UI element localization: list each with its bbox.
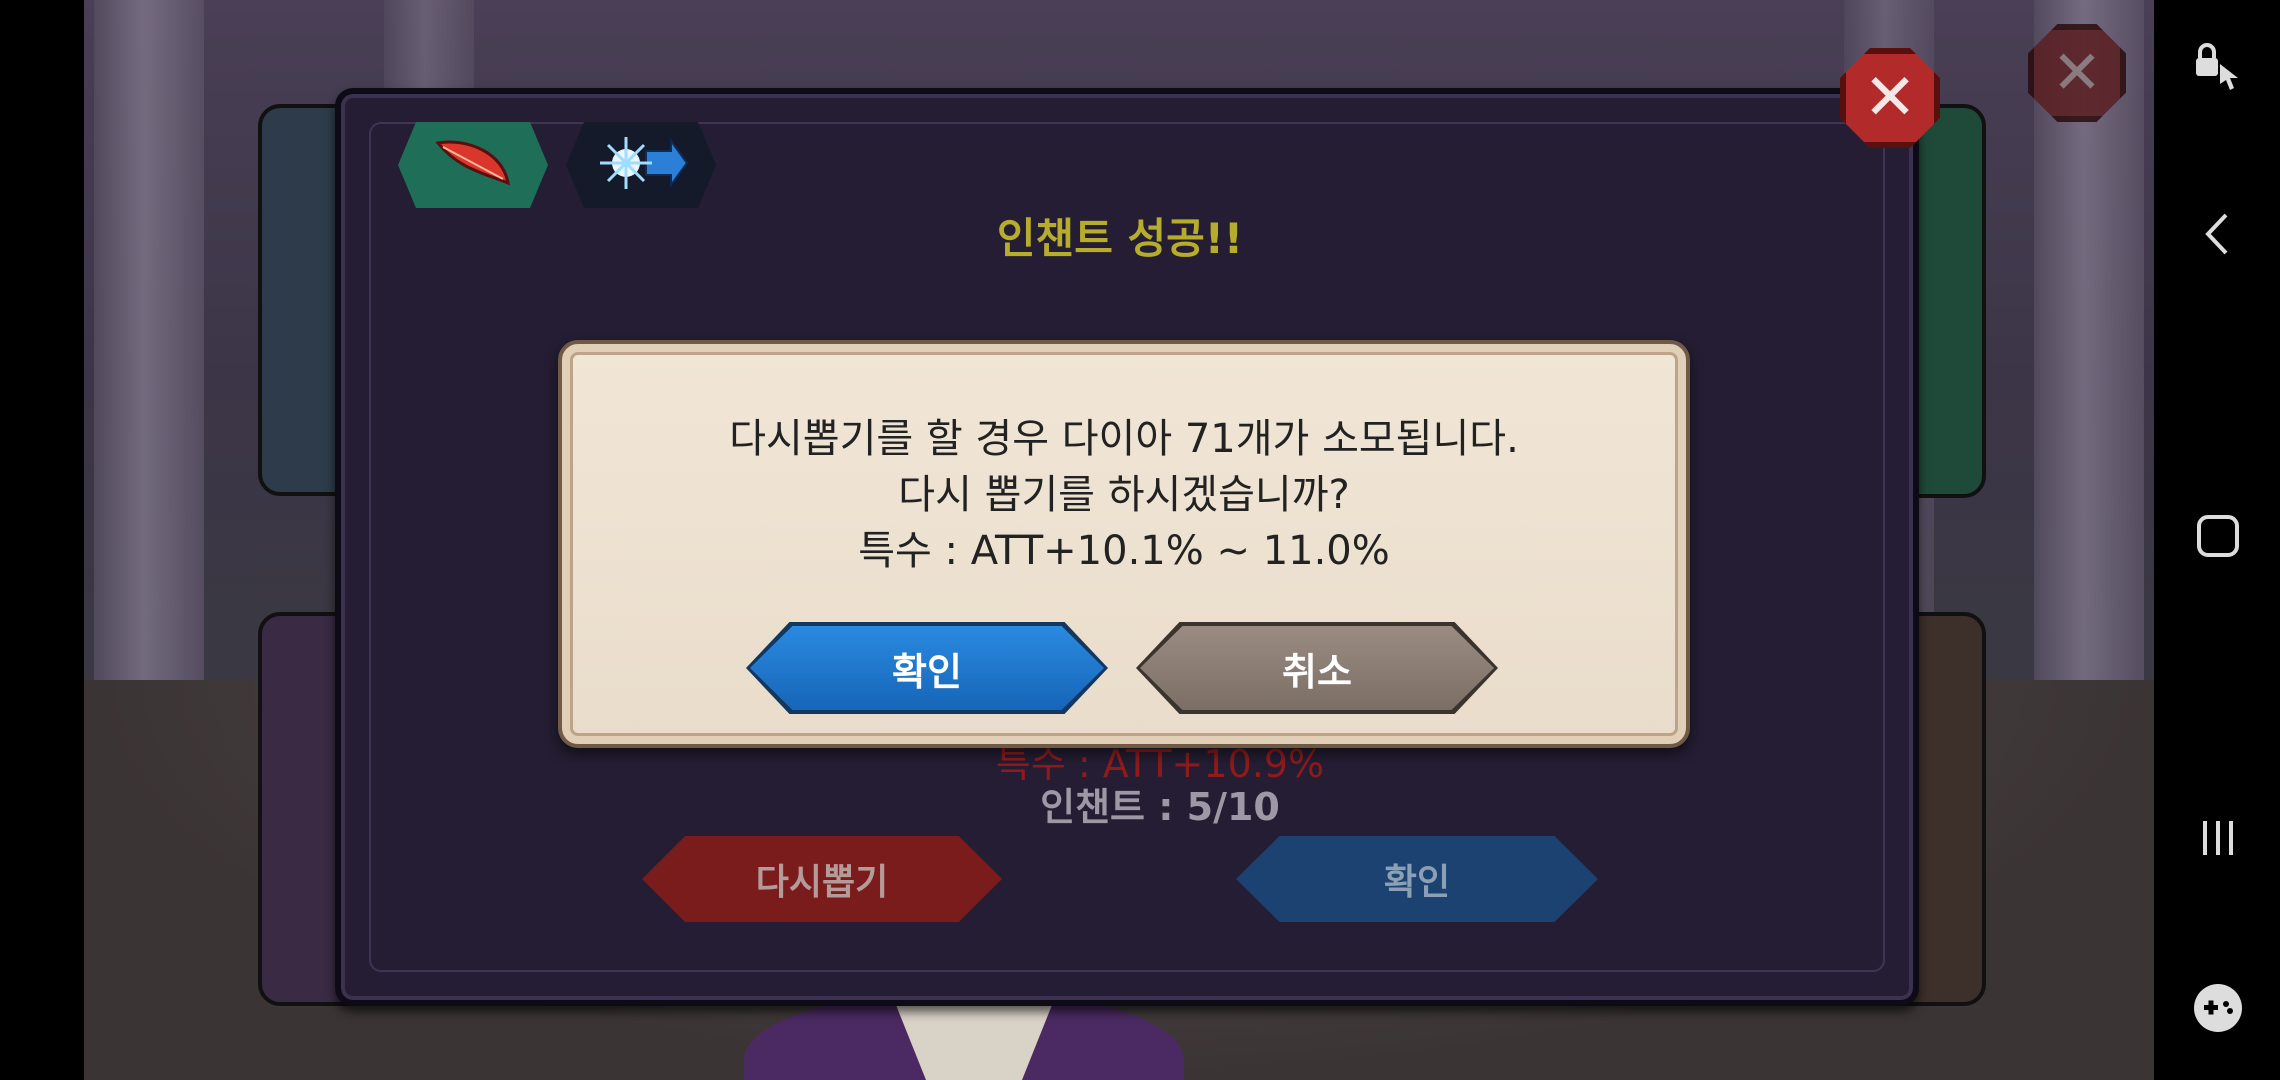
game-tools-icon [2190,980,2246,1040]
dialog-confirm-label: 확인 [892,649,962,694]
recents-icon [2193,813,2243,867]
confirm-button-underlying[interactable]: 확인 [1236,836,1598,922]
reroll-confirm-dialog: 다시뽑기를 할 경우 다이아 71개가 소모됩니다. 다시 뽑기를 하시겠습니까… [558,340,1690,748]
lock-touch-icon [2190,40,2246,100]
reroll-button[interactable]: 다시뽑기 [642,836,1002,922]
back-icon [2198,209,2238,263]
confirm-label: 확인 [1383,862,1451,903]
recents-button[interactable] [2186,808,2250,872]
tab-feather[interactable] [398,122,548,208]
feather-icon [428,133,518,197]
game-tools-button[interactable] [2186,978,2250,1042]
dialog-confirm-button[interactable]: 확인 [746,622,1108,714]
back-button[interactable] [2186,204,2250,268]
dialog-cancel-button[interactable]: 취소 [1136,622,1498,714]
reroll-label: 다시뽑기 [755,862,889,903]
close-icon: ✕ [2051,38,2103,108]
dialog-message-line1: 다시뽑기를 할 경우 다이아 71개가 소모됩니다. [729,416,1519,462]
dialog-message-line3: 특수 : ATT+10.1% ~ 11.0% [858,528,1390,574]
enchant-level-text: 인챈트 : 5/10 [1040,785,1280,829]
dialog-message-line2: 다시 뽑기를 하시겠습니까? [898,472,1350,518]
close-icon: ✕ [1863,61,1917,135]
dialog-cancel-label: 취소 [1282,649,1352,694]
home-icon [2193,511,2243,565]
lock-touch-button[interactable] [2186,38,2250,102]
burst-arrow-icon [591,133,691,197]
close-button[interactable]: ✕ [1840,48,1940,148]
enchant-success-title: 인챈트 성공!! [996,214,1244,263]
home-button[interactable] [2186,506,2250,570]
tab-burst[interactable] [566,122,716,208]
